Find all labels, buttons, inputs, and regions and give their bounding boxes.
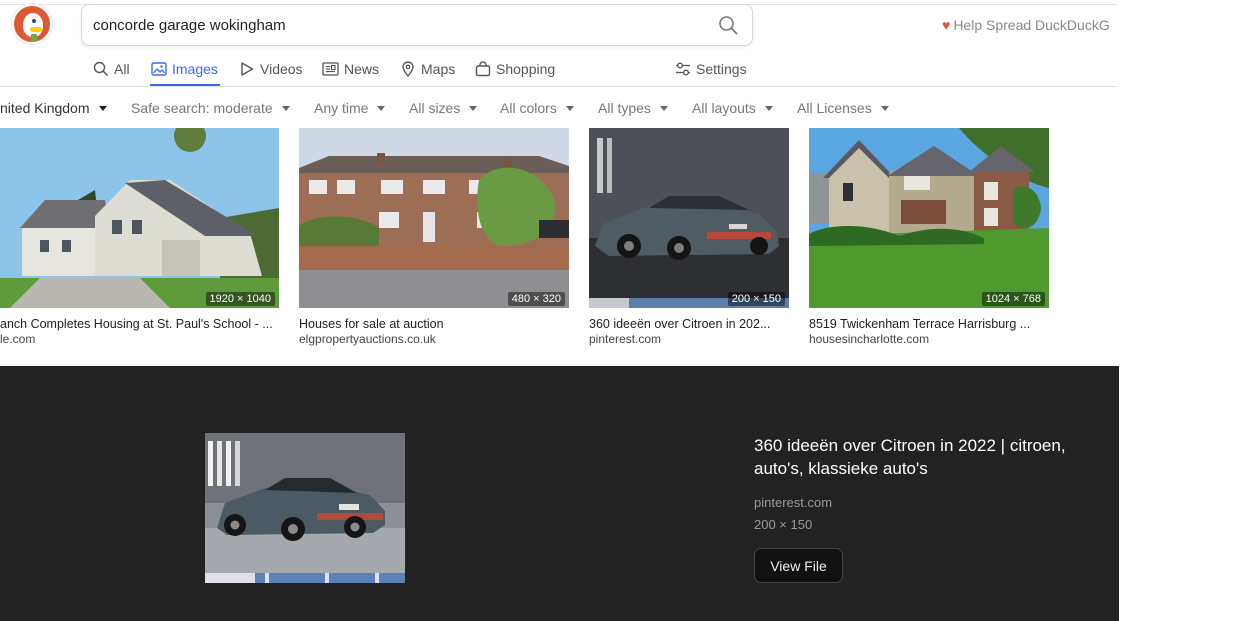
result-thumbnail[interactable]: 200 × 150 xyxy=(589,128,789,308)
tab-label: Images xyxy=(172,61,218,77)
help-spread-link[interactable]: ♥ Help Spread DuckDuckG xyxy=(942,17,1110,33)
image-dimensions: 1024 × 768 xyxy=(981,292,1045,306)
citroen-car-photo xyxy=(205,433,405,583)
detail-image[interactable] xyxy=(205,433,405,583)
play-icon xyxy=(241,62,254,76)
caret-down-icon xyxy=(377,105,386,111)
caret-down-icon xyxy=(764,105,773,111)
filter-label: All types xyxy=(598,100,651,116)
tab-label: All xyxy=(114,61,130,77)
result-title[interactable]: 360 ideeën over Citroen in 202... xyxy=(589,317,770,331)
tab-images[interactable]: Images xyxy=(151,58,218,80)
help-spread-label: Help Spread DuckDuckG xyxy=(953,17,1110,33)
image-dimensions: 200 × 150 xyxy=(727,292,785,306)
tab-label: Settings xyxy=(696,61,747,77)
filter-region[interactable]: nited Kingdom xyxy=(0,98,107,118)
caret-down-icon xyxy=(659,105,668,111)
header-divider xyxy=(0,86,1117,87)
result-source[interactable]: housesincharlotte.com xyxy=(809,332,929,346)
map-pin-icon xyxy=(402,61,414,77)
tab-settings[interactable]: Settings xyxy=(675,58,747,80)
detail-source[interactable]: pinterest.com xyxy=(754,495,832,510)
filter-label: Any time xyxy=(314,100,369,116)
filter-type[interactable]: All types xyxy=(598,98,668,118)
caret-down-icon xyxy=(98,105,107,111)
newspaper-icon xyxy=(322,62,339,76)
detail-dimensions: 200 × 150 xyxy=(754,517,813,532)
result-title[interactable]: anch Completes Housing at St. Paul's Sch… xyxy=(0,317,273,331)
search-icon xyxy=(93,61,109,77)
brick-terrace-photo xyxy=(299,128,569,308)
view-file-button[interactable]: View File xyxy=(754,548,843,583)
filter-size[interactable]: All sizes xyxy=(409,98,478,118)
tab-all[interactable]: All xyxy=(93,58,130,80)
search-box xyxy=(81,4,753,46)
tab-label: News xyxy=(344,61,380,77)
image-icon xyxy=(151,62,167,76)
citroen-car-photo xyxy=(589,128,789,308)
filter-color[interactable]: All colors xyxy=(500,98,574,118)
result-thumbnail[interactable]: 480 × 320 xyxy=(299,128,569,308)
tab-shopping[interactable]: Shopping xyxy=(475,58,555,80)
filter-label: Safe search: moderate xyxy=(131,100,273,116)
filter-license[interactable]: All Licenses xyxy=(797,98,889,118)
tab-label: Videos xyxy=(260,61,303,77)
filter-label: All Licenses xyxy=(797,100,872,116)
tab-label: Shopping xyxy=(496,61,556,77)
caret-down-icon xyxy=(880,105,889,111)
tab-videos[interactable]: Videos xyxy=(239,58,303,80)
result-thumbnail[interactable]: 1024 × 768 xyxy=(809,128,1049,308)
tab-label: Maps xyxy=(421,61,456,77)
white-house-photo xyxy=(0,128,279,308)
result-source[interactable]: pinterest.com xyxy=(589,332,661,346)
result-thumbnail[interactable]: 1920 × 1040 xyxy=(0,128,279,308)
caret-down-icon xyxy=(469,105,478,111)
page: ♥Help Spread DuckDuckG All Images Videos… xyxy=(0,0,1256,621)
tab-maps[interactable]: Maps xyxy=(400,58,455,80)
filter-layout[interactable]: All layouts xyxy=(692,98,773,118)
suburban-house-photo xyxy=(809,128,1049,308)
result-title[interactable]: Houses for sale at auction xyxy=(299,317,444,331)
search-icon[interactable] xyxy=(718,15,738,35)
filter-label: nited Kingdom xyxy=(0,100,90,116)
search-input[interactable] xyxy=(93,13,693,37)
filter-label: All sizes xyxy=(409,100,461,116)
image-dimensions: 480 × 320 xyxy=(507,292,565,306)
filter-safe-search[interactable]: Safe search: moderate xyxy=(131,98,290,118)
caret-down-icon xyxy=(281,105,290,111)
caret-down-icon xyxy=(565,105,574,111)
result-source[interactable]: elgpropertyauctions.co.uk xyxy=(299,332,436,346)
image-detail-panel: 360 ideeën over Citroen in 2022 | citroe… xyxy=(0,366,1119,621)
filter-time[interactable]: Any time xyxy=(314,98,386,118)
shopping-bag-icon xyxy=(475,61,491,77)
tab-news[interactable]: News xyxy=(322,58,379,80)
detail-title[interactable]: 360 ideeën over Citroen in 2022 | citroe… xyxy=(754,434,1114,480)
heart-icon: ♥ xyxy=(942,17,951,33)
image-dimensions: 1920 × 1040 xyxy=(205,292,275,306)
result-title[interactable]: 8519 Twickenham Terrace Harrisburg ... xyxy=(809,317,1030,331)
filter-label: All layouts xyxy=(692,100,756,116)
duckduckgo-logo[interactable] xyxy=(12,4,52,44)
sliders-icon xyxy=(676,62,690,76)
filter-label: All colors xyxy=(500,100,557,116)
result-source[interactable]: le.com xyxy=(0,332,35,346)
